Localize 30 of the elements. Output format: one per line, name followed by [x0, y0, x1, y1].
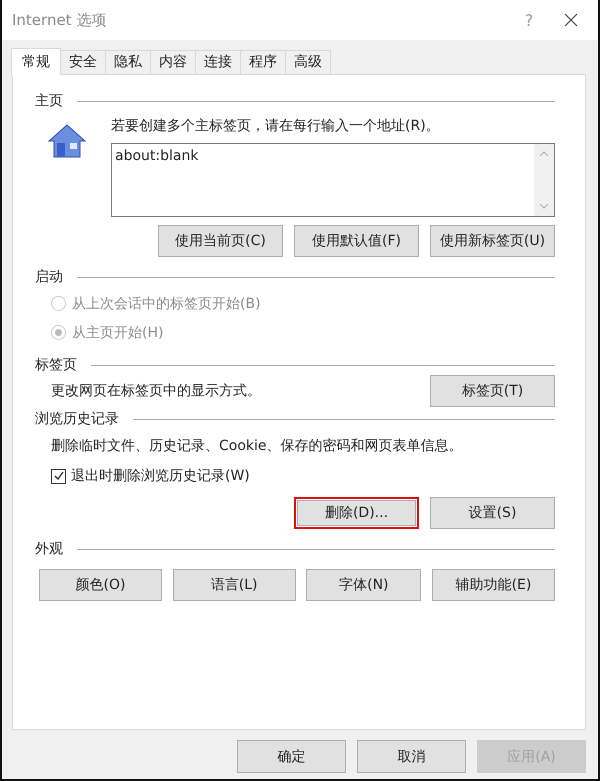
history-button[interactable]: 设置(S): [430, 497, 555, 529]
section-heading: 主页: [35, 92, 63, 110]
section-heading: 浏览历史记录: [35, 410, 119, 428]
house-icon: [47, 123, 87, 159]
scroll-up-icon[interactable]: [539, 150, 549, 158]
home-button[interactable]: 使用新标签页(U): [430, 225, 555, 257]
description-text: 删除临时文件、历史记录、Cookie、保存的密码和网页表单信息。: [51, 437, 464, 455]
tab[interactable]: 高级: [285, 50, 331, 74]
delete-on-exit-checkbox[interactable]: 退出时删除浏览历史记录(W): [51, 467, 555, 485]
tabs-button[interactable]: 标签页(T): [430, 375, 555, 407]
tab[interactable]: 常规: [11, 48, 61, 75]
section-heading: 外观: [35, 540, 63, 558]
home-button[interactable]: 使用默认值(F): [294, 225, 419, 257]
dialog-button[interactable]: 取消: [357, 740, 466, 773]
window-title: Internet 选项: [12, 10, 108, 30]
appearance-button[interactable]: 辅助功能(E): [432, 569, 555, 601]
scroll-down-icon[interactable]: [539, 202, 549, 210]
section-heading: 启动: [35, 268, 63, 286]
dialog-button[interactable]: 确定: [237, 740, 346, 773]
home-button[interactable]: 使用当前页(C): [158, 225, 283, 257]
appearance-button[interactable]: 字体(N): [306, 569, 422, 601]
section-heading: 标签页: [35, 356, 77, 374]
address-field[interactable]: about:blank: [111, 143, 555, 217]
instruction-text: 若要创建多个主标签页，请在每行输入一个地址(R)。: [111, 117, 441, 135]
close-icon[interactable]: [564, 13, 578, 27]
appearance-button[interactable]: 颜色(O): [39, 569, 162, 601]
history-button[interactable]: 删除(D)...: [294, 497, 419, 529]
checkmark-icon: [52, 470, 64, 482]
description-text: 更改网页在标签页中的显示方式。: [51, 382, 261, 400]
appearance-button[interactable]: 语言(L): [172, 569, 296, 601]
